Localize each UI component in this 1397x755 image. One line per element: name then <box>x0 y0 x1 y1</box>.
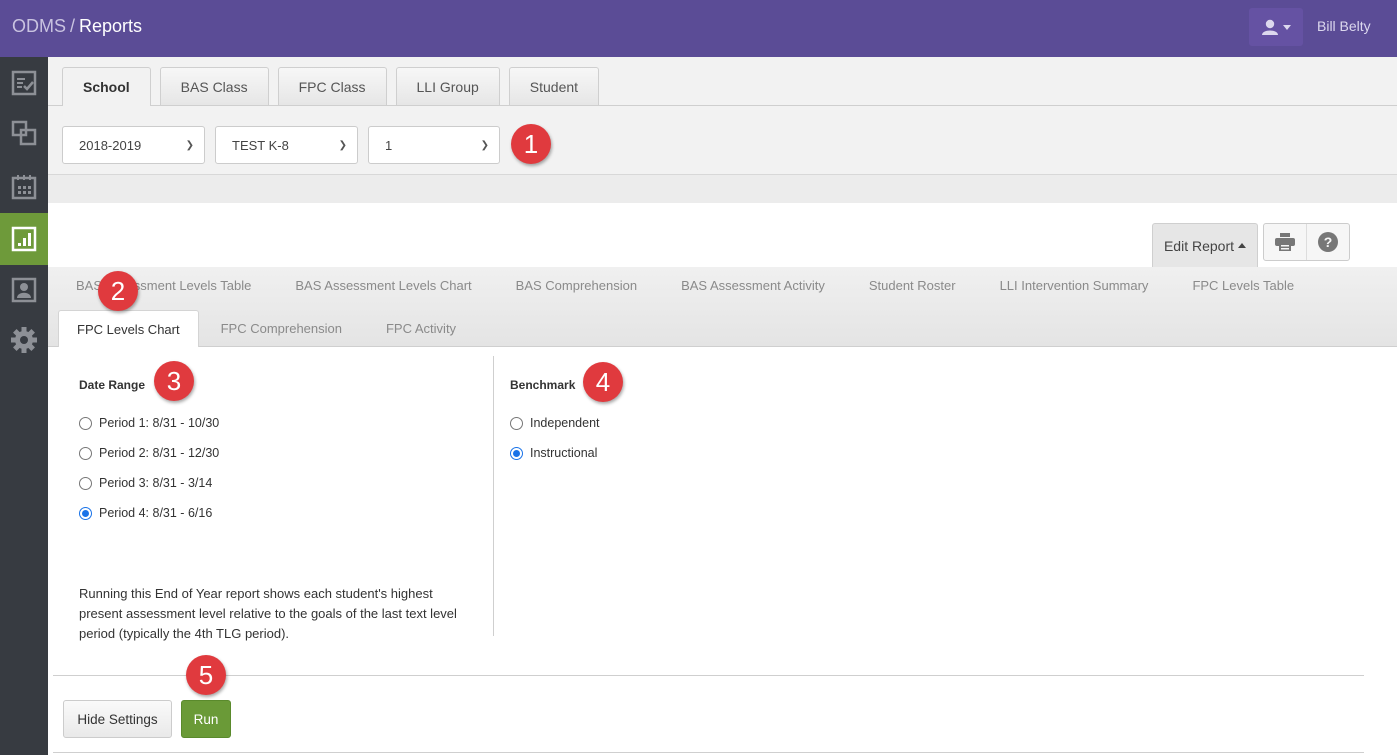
user-icon <box>1262 19 1278 35</box>
benchmark-option[interactable]: Independent <box>510 416 600 430</box>
tab-school[interactable]: School <box>62 67 151 106</box>
top-navbar: ODMS / Reports Bill Belty <box>0 0 1397 57</box>
annotation-badge: 1 <box>511 124 551 164</box>
radio-button[interactable] <box>79 416 92 430</box>
tab-bas-assessment-activity[interactable]: BAS Assessment Activity <box>659 267 847 303</box>
chevron-down-icon: ❯ <box>338 139 347 151</box>
year-select-value: 2018-2019 <box>79 137 142 153</box>
sidebar-item-calendar[interactable] <box>0 161 48 213</box>
grade-select[interactable]: 1 ❯ <box>368 126 500 164</box>
sidebar-item-assessments[interactable] <box>0 57 48 109</box>
caret-down-icon <box>1283 24 1291 30</box>
report-tabs-row-1: BAS Assessment Levels Table BAS Assessme… <box>54 267 1316 303</box>
print-icon <box>1275 233 1295 251</box>
print-button[interactable] <box>1264 224 1306 260</box>
tab-fpc-comprehension[interactable]: FPC Comprehension <box>199 310 364 346</box>
chevron-down-icon: ❯ <box>480 139 489 151</box>
report-tabs-row-2: FPC Levels Chart FPC Comprehension FPC A… <box>58 310 478 347</box>
radio-label: Period 3: 8/31 - 3/14 <box>99 476 213 490</box>
chevron-down-icon: ❯ <box>185 139 194 151</box>
sidebar-item-settings[interactable] <box>0 314 48 366</box>
radio-button[interactable] <box>510 416 523 430</box>
breadcrumb: ODMS / Reports <box>12 16 142 37</box>
scope-tabs: School BAS Class FPC Class LLI Group Stu… <box>62 67 600 106</box>
sidebar-item-groups[interactable] <box>0 107 48 159</box>
annotation-badge: 5 <box>186 655 226 695</box>
sidebar-item-students[interactable] <box>0 264 48 316</box>
breadcrumb-app[interactable]: ODMS <box>12 16 66 36</box>
scope-bar: School BAS Class FPC Class LLI Group Stu… <box>48 57 1397 175</box>
filter-selects: 2018-2019 ❯ TEST K-8 ❯ 1 ❯ <box>62 126 500 164</box>
spacer-strip <box>48 175 1397 203</box>
tab-student[interactable]: Student <box>508 67 600 105</box>
date-range-label: Date Range <box>79 378 146 392</box>
breadcrumb-separator: / <box>70 16 76 36</box>
radio-button-checked[interactable] <box>510 446 523 460</box>
tab-student-roster[interactable]: Student Roster <box>847 267 978 303</box>
date-range-option[interactable]: Period 3: 8/31 - 3/14 <box>79 476 212 490</box>
divider <box>53 675 1364 676</box>
tab-bas-assessment-levels-chart[interactable]: BAS Assessment Levels Chart <box>273 267 493 303</box>
school-select-value: TEST K-8 <box>232 137 289 153</box>
tab-fpc-levels-table[interactable]: FPC Levels Table <box>1170 267 1316 303</box>
date-range-option[interactable]: Period 4: 8/31 - 6/16 <box>79 506 212 520</box>
radio-button-checked[interactable] <box>79 506 92 520</box>
tab-bas-class[interactable]: BAS Class <box>159 67 269 105</box>
overlap-squares-icon <box>11 120 37 146</box>
radio-label: Period 2: 8/31 - 12/30 <box>99 446 220 460</box>
year-select[interactable]: 2018-2019 ❯ <box>62 126 205 164</box>
column-divider <box>493 356 494 636</box>
annotation-badge: 2 <box>98 271 138 311</box>
sidebar-item-reports[interactable] <box>0 213 48 265</box>
caret-up-icon <box>1238 243 1247 248</box>
tab-bas-assessment-levels-table[interactable]: BAS Assessment Levels Table <box>54 267 273 303</box>
grade-select-value: 1 <box>385 137 393 153</box>
svg-text:?: ? <box>1324 234 1333 250</box>
tab-fpc-levels-chart[interactable]: FPC Levels Chart <box>58 310 199 347</box>
school-select[interactable]: TEST K-8 ❯ <box>215 126 358 164</box>
breadcrumb-current-page: Reports <box>79 16 143 36</box>
tab-lli-intervention-summary[interactable]: LLI Intervention Summary <box>978 267 1171 303</box>
person-card-icon <box>11 277 37 303</box>
checklist-icon <box>11 70 37 96</box>
radio-button[interactable] <box>79 476 92 490</box>
tab-fpc-class[interactable]: FPC Class <box>277 67 387 105</box>
benchmark-label: Benchmark <box>510 378 576 392</box>
radio-button[interactable] <box>79 446 92 460</box>
main-content: School BAS Class FPC Class LLI Group Stu… <box>48 57 1397 755</box>
calendar-icon <box>11 175 37 200</box>
edit-report-button[interactable]: Edit Report <box>1152 223 1258 267</box>
gear-icon <box>11 327 37 353</box>
divider <box>53 752 1364 753</box>
radio-label: Independent <box>530 416 600 430</box>
radio-label: Instructional <box>530 446 598 460</box>
run-button[interactable]: Run <box>181 700 231 738</box>
bar-chart-icon <box>11 226 37 252</box>
radio-label: Period 1: 8/31 - 10/30 <box>99 416 220 430</box>
annotation-badge: 4 <box>583 362 623 402</box>
report-description: Running this End of Year report shows ea… <box>79 586 457 641</box>
date-range-option[interactable]: Period 2: 8/31 - 12/30 <box>79 446 219 460</box>
user-menu-button[interactable] <box>1249 8 1303 46</box>
help-icon: ? <box>1318 232 1338 252</box>
tab-fpc-activity[interactable]: FPC Activity <box>364 310 478 346</box>
date-range-option[interactable]: Period 1: 8/31 - 10/30 <box>79 416 219 430</box>
edit-report-label: Edit Report <box>1163 237 1235 254</box>
annotation-badge: 3 <box>154 361 194 401</box>
sidebar <box>0 57 48 755</box>
radio-label: Period 4: 8/31 - 6/16 <box>99 506 213 520</box>
report-actions: ? <box>1263 223 1350 261</box>
report-tabs: BAS Assessment Levels Table BAS Assessme… <box>48 267 1397 347</box>
hide-settings-button[interactable]: Hide Settings <box>63 700 172 738</box>
help-button[interactable]: ? <box>1306 224 1349 260</box>
user-name[interactable]: Bill Belty <box>1317 18 1371 34</box>
benchmark-option[interactable]: Instructional <box>510 446 597 460</box>
tab-lli-group[interactable]: LLI Group <box>395 67 500 105</box>
tab-bas-comprehension[interactable]: BAS Comprehension <box>494 267 659 303</box>
